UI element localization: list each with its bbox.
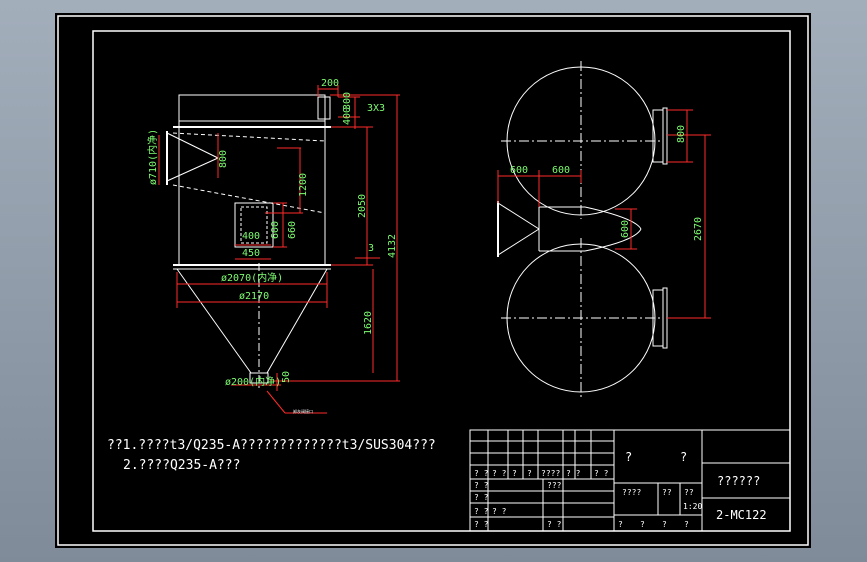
tb-r6c2: ? ? — [547, 520, 562, 529]
inlet-taper-top — [497, 202, 540, 230]
dim-3x3: 3X3 — [367, 103, 385, 114]
tb-r2c6: ? ? — [566, 469, 581, 478]
valve-label: 卸灰阀接口 — [293, 408, 313, 414]
dim-2670: 2670 — [693, 217, 704, 241]
dim-1200: 1200 — [298, 173, 309, 197]
note-line-1: ??1.????t3/Q235-A?????????????t3/SUS304?… — [107, 438, 436, 453]
dim-600-mid: 600 — [552, 165, 570, 176]
tb-r3c2: ??? — [547, 481, 562, 490]
tb-b1: ? — [618, 520, 623, 529]
tb-b4: ? — [684, 520, 689, 529]
inlet-guide-bottom — [166, 157, 219, 182]
drawing-sheet: 200 300 400 3X3 800 1200 2050 4132 600 6… — [57, 15, 809, 546]
inlet-taper-bottom — [497, 228, 540, 256]
upper-outlet-flange — [662, 107, 668, 165]
tb-r4c1: ? ? — [474, 493, 489, 502]
tb-b2: ? — [640, 520, 645, 529]
cad-window: 200 300 400 3X3 800 1200 2050 4132 600 6… — [0, 0, 867, 562]
tb-r2c4: ? — [527, 469, 532, 478]
tb-r5c1: ? ? — [474, 507, 489, 516]
tb-r2c1: ? ? — [474, 469, 489, 478]
dim-400-door: 400 — [242, 231, 260, 242]
duct-curve-top — [584, 206, 642, 230]
tb-r2c5: ???? — [541, 469, 560, 478]
tb-mid3: ?? — [684, 488, 694, 497]
dim-2070: ø2070(内净) — [221, 271, 283, 284]
dim-1620: 1620 — [363, 311, 374, 335]
duct-curve-bottom — [584, 228, 642, 252]
cone-left — [176, 268, 252, 374]
tb-q1: ? — [625, 450, 632, 464]
tb-mid1: ???? — [622, 488, 641, 497]
dim-600-door: 600 — [270, 221, 281, 239]
top-view — [497, 61, 668, 398]
inlet-guide-top — [166, 132, 219, 159]
front-view — [166, 94, 331, 391]
tb-r2c3: ? — [512, 469, 517, 478]
dim-2170: ø2170 — [239, 291, 269, 302]
dim-710: ø710(内净) — [146, 129, 159, 185]
dim-200-bottom: ø200(内净) — [225, 375, 281, 388]
dim-450: 450 — [242, 248, 260, 259]
tb-r3c1: ? ? — [474, 481, 489, 490]
tb-scale: 1:20 — [683, 502, 702, 511]
tb-b3: ? — [662, 520, 667, 529]
tb-q2: ? — [680, 450, 687, 464]
dim-600-left: 600 — [510, 165, 528, 176]
cone-right — [266, 268, 328, 374]
lower-outlet-flange — [662, 287, 668, 349]
tb-mid2: ?? — [662, 488, 672, 497]
dim-800-top: 800 — [676, 125, 687, 143]
tb-r2c2: ? ? — [492, 469, 507, 478]
tb-drawing-no: 2-MC122 — [716, 508, 767, 522]
dim-400-top: 400 — [342, 107, 353, 125]
dim-200-top: 200 — [321, 78, 339, 89]
dim-50: 50 — [281, 371, 292, 383]
dim-4132: 4132 — [387, 234, 398, 258]
note-line-2: 2.????Q235-A??? — [123, 458, 240, 473]
tb-name: ?????? — [717, 474, 760, 488]
baffle-top — [172, 132, 326, 142]
tb-r5c2: ? ? — [492, 507, 507, 516]
tb-r6c1: ? ? — [474, 520, 489, 529]
dim-3: 3 — [368, 243, 374, 254]
dim-600-vertical: 600 — [620, 220, 631, 238]
top-outlet — [317, 96, 331, 120]
dim-800: 800 — [218, 150, 229, 168]
dim-2050: 2050 — [357, 194, 368, 218]
dim-660: 660 — [287, 221, 298, 239]
tb-r2c7: ? ? — [594, 469, 609, 478]
drawing-canvas[interactable]: 200 300 400 3X3 800 1200 2050 4132 600 6… — [55, 13, 811, 548]
